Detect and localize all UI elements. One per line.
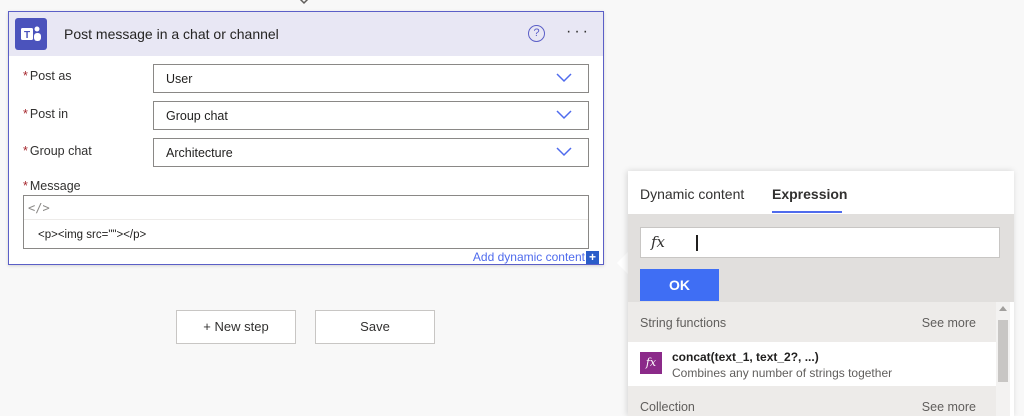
scrollbar-thumb[interactable] [998,320,1008,382]
dynamic-content-panel: Dynamic content Expression fx OK String … [628,171,1014,416]
tab-dynamic-content[interactable]: Dynamic content [640,186,744,202]
svg-text:T: T [24,30,30,41]
section-title: Collection [640,400,695,414]
chevron-down-icon [556,147,572,157]
more-options-icon[interactable]: ··· [566,23,591,41]
post-in-label: * Post in [23,107,68,121]
code-view-icon[interactable]: </> [28,201,50,215]
section-title: String functions [640,316,727,330]
post-in-dropdown[interactable]: Group chat [153,101,589,130]
function-description: Combines any number of strings together [672,366,893,380]
chevron-down-icon [556,73,572,83]
post-as-label: * Post as [23,69,72,83]
section-header-string-functions: String functions See more [628,302,996,342]
message-editor[interactable]: </> <p><img src=""></p> [23,195,589,249]
post-as-label-text: Post as [29,69,72,83]
see-more-link[interactable]: See more [922,400,976,414]
function-item-concat[interactable]: fx concat(text_1, text_2?, ...) Combines… [628,342,996,386]
see-more-link[interactable]: See more [922,316,976,330]
post-in-label-text: Post in [29,107,69,121]
fx-icon: fx [651,233,666,251]
flow-connector-arrow-icon [299,0,309,5]
section-header-collection: Collection See more [628,386,996,416]
post-in-value: Group chat [166,109,228,123]
card-title: Post message in a chat or channel [64,26,279,42]
save-button[interactable]: Save [315,310,435,344]
message-content[interactable]: <p><img src=""></p> [38,229,146,241]
chevron-down-icon [556,110,572,120]
message-toolbar: </> [24,196,588,220]
text-caret [696,235,698,251]
required-marker: * [23,69,28,83]
panel-tabs: Dynamic content Expression [628,171,1014,214]
scroll-up-arrow-icon[interactable] [999,306,1007,311]
post-message-action-card: T Post message in a chat or channel ? ··… [8,11,604,265]
required-marker: * [23,144,28,158]
ok-button[interactable]: OK [640,269,719,301]
scrollbar[interactable] [996,302,1010,416]
teams-logo-icon: T [15,18,47,50]
expression-input[interactable]: fx [640,227,1000,258]
add-dynamic-content-plus-icon[interactable]: + [586,251,599,264]
post-as-value: User [166,72,193,86]
required-marker: * [23,179,28,193]
message-label: * Message [23,179,81,193]
group-chat-label-text: Group chat [29,144,92,158]
group-chat-dropdown[interactable]: Architecture [153,138,589,167]
message-label-text: Message [29,179,81,193]
new-step-button[interactable]: + New step [176,310,296,344]
help-icon[interactable]: ? [528,25,545,42]
function-name: concat(text_1, text_2?, ...) [672,350,819,364]
post-as-dropdown[interactable]: User [153,64,589,93]
add-dynamic-content-link[interactable]: Add dynamic content [473,250,585,264]
tab-expression[interactable]: Expression [772,186,847,202]
panel-pointer [617,252,628,274]
expression-area: fx OK [628,214,1014,302]
function-fx-icon: fx [640,352,662,374]
required-marker: * [23,107,28,121]
active-tab-indicator [772,211,842,213]
group-chat-value: Architecture [166,146,233,160]
card-header[interactable]: T Post message in a chat or channel ? ··… [9,12,603,56]
group-chat-label: * Group chat [23,144,92,158]
